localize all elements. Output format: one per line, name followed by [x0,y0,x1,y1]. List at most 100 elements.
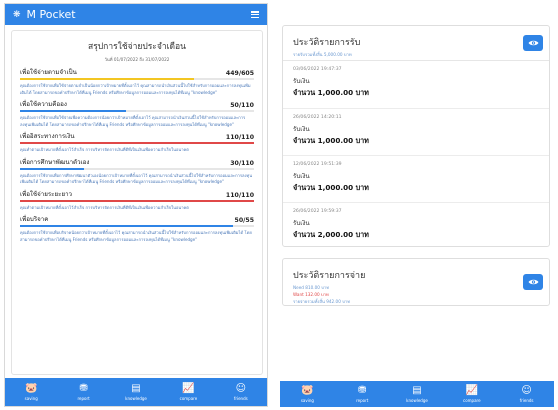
view-expense-button[interactable] [523,274,543,290]
category-name: เพื่ออิสระทางการเงิน [20,133,75,140]
transaction-amount: จำนวน 1,000.00 บาท [293,88,369,97]
tab-friends[interactable]: ☺ friends [215,378,267,406]
app-logo-icon: ❋ [13,9,21,20]
view-income-button[interactable] [523,35,543,51]
tab-knowledge[interactable]: ▤ knowledge [390,381,445,407]
category-row: เพื่อใช้ความคืออง 50/110 [20,99,254,109]
tab-report[interactable]: ⛃ report [335,381,390,407]
category-name: เพื่อใช้ความคืออง [20,101,67,108]
monthly-summary-card: สรุปการใช้จ่ายประจำเดือน วันที่ 01/07/20… [11,30,263,375]
category-name: เพื่อใช้จ่ายระยะยาว [20,190,73,198]
category-item: เพื่อการศึกษาพัฒนาตัวเอง 30/110 คุณต้องการ… [20,157,254,186]
transaction-type: รับเงิน [293,78,310,85]
tab-report[interactable]: ⛃ report [57,378,109,406]
tab-label: friends [519,398,534,403]
contact-book-icon: ☺ [235,383,247,394]
transaction-item[interactable]: 12/06/2022 19:51:39 รับเงินจำนวน 1,000.00… [283,155,549,202]
app-title: M Pocket [26,8,76,21]
category-description: คุณต้องการใช้จ่ายเพื่อใช้จ่ายเพื่อความต้… [20,115,246,127]
progress-bar [20,142,254,145]
tab-label: saving [24,396,38,401]
tab-label: knowledge [406,398,428,403]
category-name: เพื่อการศึกษาพัฒนาตัวเอง [20,158,90,166]
category-item: เพื่อบริจาค 50/55 คุณต้องการใช้จ่ายเพื่อบร… [20,214,254,243]
tab-knowledge[interactable]: ▤ knowledge [110,378,162,406]
category-row: เพื่อใช้จ่ายตามจำเป็น 449/605 [20,67,254,77]
category-item: เพื่อใช้จ่ายระยะยาว 110/110 คุณทำตามเป้าหม… [20,189,254,212]
tab-compare[interactable]: 📈 compare [444,381,499,407]
bottom-tab-bar: 🐷 saving ⛃ report ▤ knowledge 📈 compare ☺ friends [5,378,267,406]
eye-icon [528,40,538,46]
category-description: คุณต้องการใช้จ่ายเพื่อใช้จ่ายตามจำเป็นน้… [20,83,251,95]
transaction-amount: จำนวน 2,000.00 บาท [293,230,369,239]
income-title: ประวัติรายการรับ [293,38,361,48]
category-row: เพื่อการศึกษาพัฒนาตัวเอง 30/110 [20,157,254,167]
piggy-bank-icon: 🐷 [24,383,38,394]
tab-saving[interactable]: 🐷 saving [5,378,57,406]
category-item: เพื่อใช้ความคืออง 50/110 คุณต้องการใช้จ่าย… [20,99,254,128]
expense-title: ประวัติรายการจ่าย [293,271,366,281]
tab-saving[interactable]: 🐷 saving [280,381,335,407]
tab-label: compare [463,398,481,403]
transaction-date: 12/06/2022 19:51:39 [293,162,342,167]
piggy-bank-icon: 🐷 [301,385,314,396]
progress-bar [20,225,254,228]
transaction-amount: จำนวน 1,000.00 บาท [293,136,369,145]
book-icon: ▤ [131,383,141,394]
transaction-type: รับเงิน [293,126,310,133]
category-value: 50/55 [234,217,254,225]
progress-bar-fill [20,199,254,202]
transaction-amount: จำนวน 1,000.00 บาท [293,183,369,192]
tab-label: compare [179,396,198,401]
coins-icon: ⛃ [79,383,88,394]
transaction-date: 03/06/2022 19:47:37 [293,67,342,72]
transaction-date: 26/06/2022 14:20:11 [293,115,342,120]
coins-icon: ⛃ [358,385,367,396]
transaction-item[interactable]: 26/06/2022 19:59:37 รับเงินจำนวน 2,000.00… [283,202,549,249]
progress-bar [20,167,254,170]
category-row: เพื่อใช้จ่ายระยะยาว 110/110 [20,189,254,199]
income-card-header: ประวัติรายการรับ รายรับรวมทั้งสิ้น 5,000… [283,26,549,60]
hamburger-menu-icon[interactable] [251,11,259,18]
progress-bar-fill [20,78,194,81]
category-value: 110/110 [225,191,254,199]
category-description: คุณต้องการใช้จ่ายเพื่อบริจาคน้อยกว่าเป้า… [20,230,252,242]
income-total: รายรับรวมทั้งสิ้น 5,000.00 บาท [293,52,352,57]
category-value: 110/110 [225,134,254,141]
chart-icon: 📈 [182,383,195,394]
chart-icon: 📈 [465,385,479,396]
summary-screen: ❋ M Pocket สรุปการใช้จ่ายประจำเดือน วันท… [4,3,268,407]
progress-bar-fill [20,142,254,145]
expense-need: Need 810.00 บาท [293,285,330,290]
category-row: เพื่ออิสระทางการเงิน 110/110 [20,131,254,141]
tab-friends[interactable]: ☺ friends [499,381,554,407]
bottom-tab-bar: 🐷 saving ⛃ report ▤ knowledge 📈 compare ☺ friends [280,381,554,407]
contact-book-icon: ☺ [521,385,532,396]
tab-label: friends [233,396,248,401]
category-value: 30/110 [230,159,254,167]
category-name: เพื่อใช้จ่ายตามจำเป็น [20,69,77,76]
tab-label: knowledge [125,396,147,401]
transaction-date: 26/06/2022 19:59:37 [293,209,342,214]
income-transaction-list: 03/06/2022 19:47:37 รับเงิน จำนวน 1,000.00… [283,61,549,249]
transaction-item[interactable]: 26/06/2022 14:20:11 รับเงินจำนวน 1,000.00… [283,108,549,155]
progress-bar [20,199,254,202]
book-icon: ▤ [412,385,422,396]
progress-bar [20,78,254,81]
category-description: คุณทำตามเป้าหมายที่ตั้งเอาไว้สำเร็จ การบ… [20,204,189,210]
tab-label: saving [300,398,314,403]
category-list: เพื่อใช้จ่ายตามจำเป็น 449/605 คุณต้องการใช… [20,67,254,243]
transaction-type: รับเงิน [293,173,310,180]
progress-bar-fill [20,110,127,113]
progress-bar-fill [20,167,84,170]
category-item: เพื่อใช้จ่ายตามจำเป็น 449/605 คุณต้องการใช… [20,67,254,96]
summary-date-range: วันที่ 01/07/2022 ถึง 31/07/2022 [104,57,170,62]
tab-compare[interactable]: 📈 compare [162,378,214,406]
app-header: ❋ M Pocket [5,4,267,25]
transaction-type: รับเงิน [293,220,310,227]
expense-history-card: ประวัติรายการจ่าย Need 810.00 บาท Want 1… [282,258,550,306]
progress-bar-fill [20,225,233,228]
category-row: เพื่อบริจาค 50/55 [20,214,254,224]
transaction-item[interactable]: 03/06/2022 19:47:37 รับเงินจำนวน 1,000.00… [283,61,549,108]
category-value: 50/110 [230,102,254,109]
